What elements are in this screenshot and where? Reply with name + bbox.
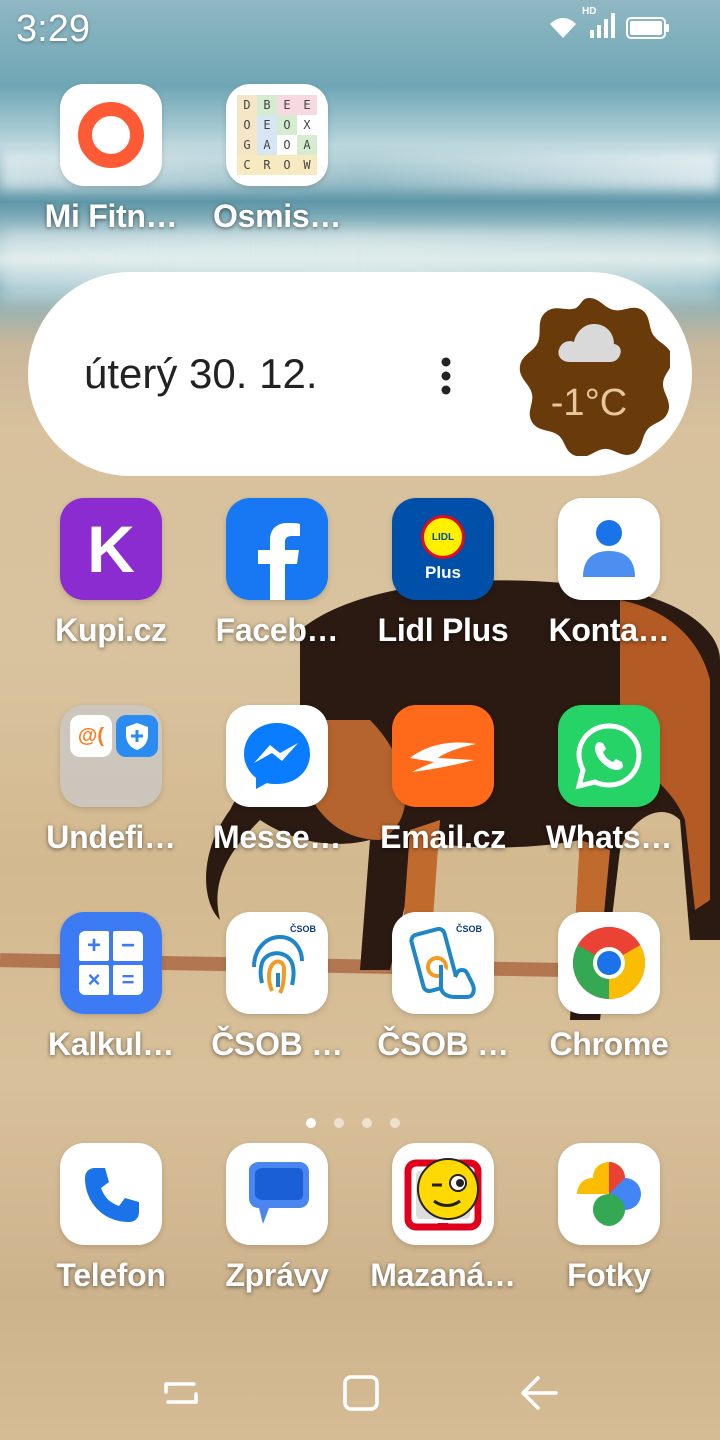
email-cz-icon [392, 705, 494, 807]
app-kupi[interactable]: K Kupi.cz [28, 498, 194, 668]
app-label: ČSOB … [211, 1026, 343, 1062]
page-indicator[interactable] [306, 1118, 400, 1128]
app-label: Telefon [56, 1257, 166, 1293]
app-label: Konta… [548, 612, 670, 648]
app-label: Fotky [567, 1257, 651, 1293]
app-label: Undefi… [46, 819, 176, 855]
cloud-icon [558, 324, 621, 362]
clock: 3:29 [16, 8, 90, 50]
ws-letter: A [297, 135, 317, 155]
app-label: Kupi.cz [55, 612, 167, 648]
page-dot[interactable] [390, 1118, 400, 1128]
phone-icon [60, 1143, 162, 1245]
app-label: ČSOB … [377, 1026, 509, 1062]
page-dot[interactable] [334, 1118, 344, 1128]
whatsapp-icon [558, 705, 660, 807]
app-osmismerka[interactable]: D B E E O E O X G A O A C R O W Osmis… [194, 84, 360, 254]
photos-icon [558, 1143, 660, 1245]
mazana-icon [392, 1143, 494, 1245]
csob-phone-icon: ČSOB [392, 912, 494, 1014]
lidl-plus-text: Plus [425, 563, 461, 582]
app-folder-undefined[interactable]: @( Undefi… [28, 705, 194, 875]
app-chrome[interactable]: Chrome [526, 912, 692, 1082]
wifi-icon [550, 17, 576, 38]
app-label: Zprávy [225, 1257, 329, 1293]
folder-icon: @( [60, 705, 162, 807]
email-mini-icon: @( [70, 715, 112, 757]
csob-logo: ČSOB [455, 924, 482, 934]
ws-letter: E [277, 95, 297, 115]
app-kontakty[interactable]: Konta… [526, 498, 692, 668]
app-telefon[interactable]: Telefon [28, 1143, 194, 1313]
app-label: Lidl Plus [377, 612, 509, 648]
ws-letter: O [277, 115, 297, 135]
lidl-plus-icon: LIDL Plus [392, 498, 494, 600]
messenger-icon [226, 705, 328, 807]
ws-letter: O [277, 155, 297, 175]
app-label: Kalkul… [48, 1026, 174, 1062]
more-vertical-icon[interactable] [438, 356, 454, 396]
date-weather-widget[interactable]: úterý 30. 12. -1°C [28, 272, 692, 476]
csob-fingerprint-icon: ČSOB [226, 912, 328, 1014]
mi-fitness-icon [60, 84, 162, 186]
page-dot-active[interactable] [306, 1118, 316, 1128]
calculator-icon: + − × = [60, 912, 162, 1014]
app-csob-identita[interactable]: ČSOB ČSOB … [194, 912, 360, 1082]
contacts-icon [558, 498, 660, 600]
battery-icon [626, 16, 669, 39]
home-icon[interactable] [340, 1372, 382, 1414]
app-label: Faceb… [215, 612, 339, 648]
app-label: Email.cz [380, 819, 506, 855]
app-label: Mi Fitn… [44, 198, 178, 234]
weather-scallop [519, 298, 673, 457]
ws-letter: A [257, 135, 277, 155]
ws-letter: B [257, 95, 277, 115]
navigation-bar [0, 1350, 720, 1440]
app-lidl-plus[interactable]: LIDL Plus Lidl Plus [360, 498, 526, 668]
app-mazana[interactable]: Mazaná… [360, 1143, 526, 1313]
ws-letter: O [237, 115, 257, 135]
temperature: -1°C [550, 382, 628, 424]
app-label: Whats… [545, 819, 673, 855]
app-email-cz[interactable]: Email.cz [360, 705, 526, 875]
ws-letter: C [237, 155, 257, 175]
app-fotky[interactable]: Fotky [526, 1143, 692, 1313]
ws-letter: O [277, 135, 297, 155]
chrome-icon [558, 912, 660, 1014]
status-bar: 3:29 HD [0, 0, 720, 60]
kupi-icon: K [60, 498, 162, 600]
word-search-icon: D B E E O E O X G A O A C R O W [226, 84, 328, 186]
app-label: Mazaná… [370, 1257, 516, 1293]
app-whatsapp[interactable]: Whats… [526, 705, 692, 875]
app-facebook[interactable]: Faceb… [194, 498, 360, 668]
ws-letter: E [257, 115, 277, 135]
kupi-letter: K [87, 512, 135, 586]
recents-icon[interactable] [160, 1372, 202, 1414]
app-label: Chrome [549, 1026, 669, 1062]
cell-signal-icon: HD [582, 6, 616, 43]
page-dot[interactable] [362, 1118, 372, 1128]
app-label: Osmis… [212, 198, 342, 234]
ws-letter: W [297, 155, 317, 175]
app-kalkulacka[interactable]: + − × = Kalkul… [28, 912, 194, 1082]
ws-letter: X [297, 115, 317, 135]
app-csob-smart[interactable]: ČSOB ČSOB … [360, 912, 526, 1082]
lidl-logo: LIDL [431, 531, 455, 543]
weather-badge[interactable]: -1°C [508, 294, 673, 457]
back-icon[interactable] [518, 1372, 560, 1414]
csob-logo: ČSOB [289, 924, 316, 934]
app-label: Messe… [212, 819, 342, 855]
ws-letter: D [237, 95, 257, 115]
ws-letter: R [257, 155, 277, 175]
network-type-label: HD [582, 6, 597, 17]
ws-letter: G [237, 135, 257, 155]
widget-date: úterý 30. 12. [84, 350, 318, 397]
messages-icon [226, 1143, 328, 1245]
app-messenger[interactable]: Messe… [194, 705, 360, 875]
app-zpravy[interactable]: Zprávy [194, 1143, 360, 1313]
app-mi-fitness[interactable]: Mi Fitn… [28, 84, 194, 254]
facebook-icon [226, 498, 328, 600]
security-mini-icon [116, 715, 158, 757]
ws-letter: E [297, 95, 317, 115]
